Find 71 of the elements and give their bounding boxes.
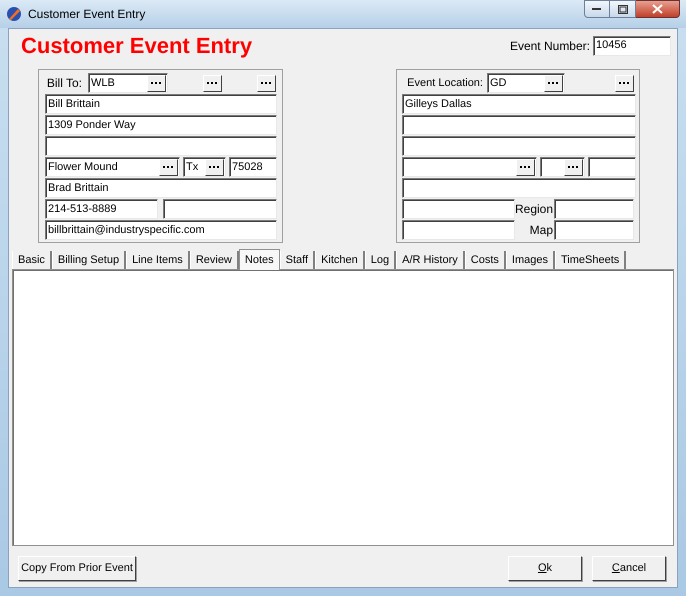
text-field[interactable]: 214-513-8889 <box>45 199 158 219</box>
close-icon <box>652 4 663 14</box>
text-field[interactable]: Gilleys Dallas <box>402 94 636 114</box>
browse-button[interactable] <box>516 158 535 176</box>
window-title: Customer Event Entry <box>28 6 146 23</box>
ellipsis-icon <box>548 82 559 84</box>
ellipsis-icon <box>163 166 174 168</box>
dialog-button[interactable]: Ok <box>508 556 582 581</box>
field-label: Region <box>515 201 554 218</box>
browse-button[interactable] <box>147 74 166 92</box>
text-field[interactable]: Tx <box>183 157 226 177</box>
text-field[interactable]: 75028 <box>229 157 277 177</box>
ellipsis-icon <box>151 82 162 84</box>
text-field[interactable]: WLB <box>88 73 168 93</box>
field-label: Bill To: <box>46 75 83 92</box>
dialog-button[interactable]: Copy From Prior Event <box>18 556 136 581</box>
text-field[interactable] <box>402 136 636 156</box>
ellipsis-icon <box>207 82 218 84</box>
field-label: Event Number: <box>510 38 590 54</box>
dialog-button[interactable]: Cancel <box>592 556 666 581</box>
text-field[interactable] <box>163 199 277 219</box>
text-field[interactable] <box>402 199 515 219</box>
browse-button[interactable] <box>257 74 276 92</box>
ellipsis-icon <box>520 166 531 168</box>
browse-button[interactable] <box>159 158 178 176</box>
text-field[interactable]: Brad Brittain <box>45 178 277 198</box>
tab[interactable]: Kitchen <box>315 251 365 269</box>
tab[interactable]: Staff <box>280 251 316 269</box>
tab[interactable]: Review <box>190 251 239 269</box>
text-field[interactable]: GD <box>487 73 565 93</box>
browse-button[interactable] <box>615 74 634 92</box>
text-field[interactable] <box>540 157 585 177</box>
browse-button[interactable] <box>205 158 224 176</box>
text-field[interactable] <box>554 199 634 219</box>
ellipsis-icon <box>209 166 220 168</box>
maximize-icon <box>618 4 628 14</box>
ellipsis-icon <box>568 166 579 168</box>
tab[interactable]: Billing Setup <box>52 251 126 269</box>
tab[interactable]: Costs <box>464 251 506 269</box>
app-icon <box>6 6 22 22</box>
tab[interactable]: Notes <box>238 249 280 270</box>
tab[interactable]: Basic <box>12 251 52 269</box>
tab[interactable]: Log <box>364 251 396 269</box>
tab[interactable]: A/R History <box>396 251 465 269</box>
text-field[interactable]: billbrittain@industryspecific.com <box>45 220 277 240</box>
text-field[interactable]: Flower Mound <box>45 157 180 177</box>
field-label: Map <box>528 222 554 239</box>
field-label: Event Location: <box>406 76 484 91</box>
text-field[interactable]: Bill Brittain <box>45 94 277 114</box>
browse-button[interactable] <box>564 158 583 176</box>
text-field[interactable] <box>402 220 515 240</box>
text-field[interactable] <box>402 157 537 177</box>
ellipsis-icon <box>261 82 272 84</box>
minimize-button[interactable] <box>584 0 610 18</box>
text-field[interactable] <box>402 115 636 135</box>
ellipsis-icon <box>619 82 630 84</box>
tab[interactable]: Images <box>506 251 555 269</box>
minimize-icon <box>592 7 602 11</box>
close-button[interactable] <box>636 0 680 18</box>
text-field[interactable] <box>45 136 277 156</box>
browse-button[interactable] <box>203 74 222 92</box>
browse-button[interactable] <box>544 74 563 92</box>
text-field[interactable]: 1309 Ponder Way <box>45 115 277 135</box>
tab[interactable]: Line Items <box>126 251 190 269</box>
tab[interactable]: TimeSheets <box>554 251 626 269</box>
text-field[interactable] <box>402 178 636 198</box>
text-field[interactable]: 10456 <box>593 36 671 56</box>
text-field[interactable] <box>554 220 634 240</box>
form-title: Customer Event Entry <box>21 34 252 56</box>
maximize-button[interactable] <box>610 0 636 18</box>
text-field[interactable] <box>588 157 636 177</box>
